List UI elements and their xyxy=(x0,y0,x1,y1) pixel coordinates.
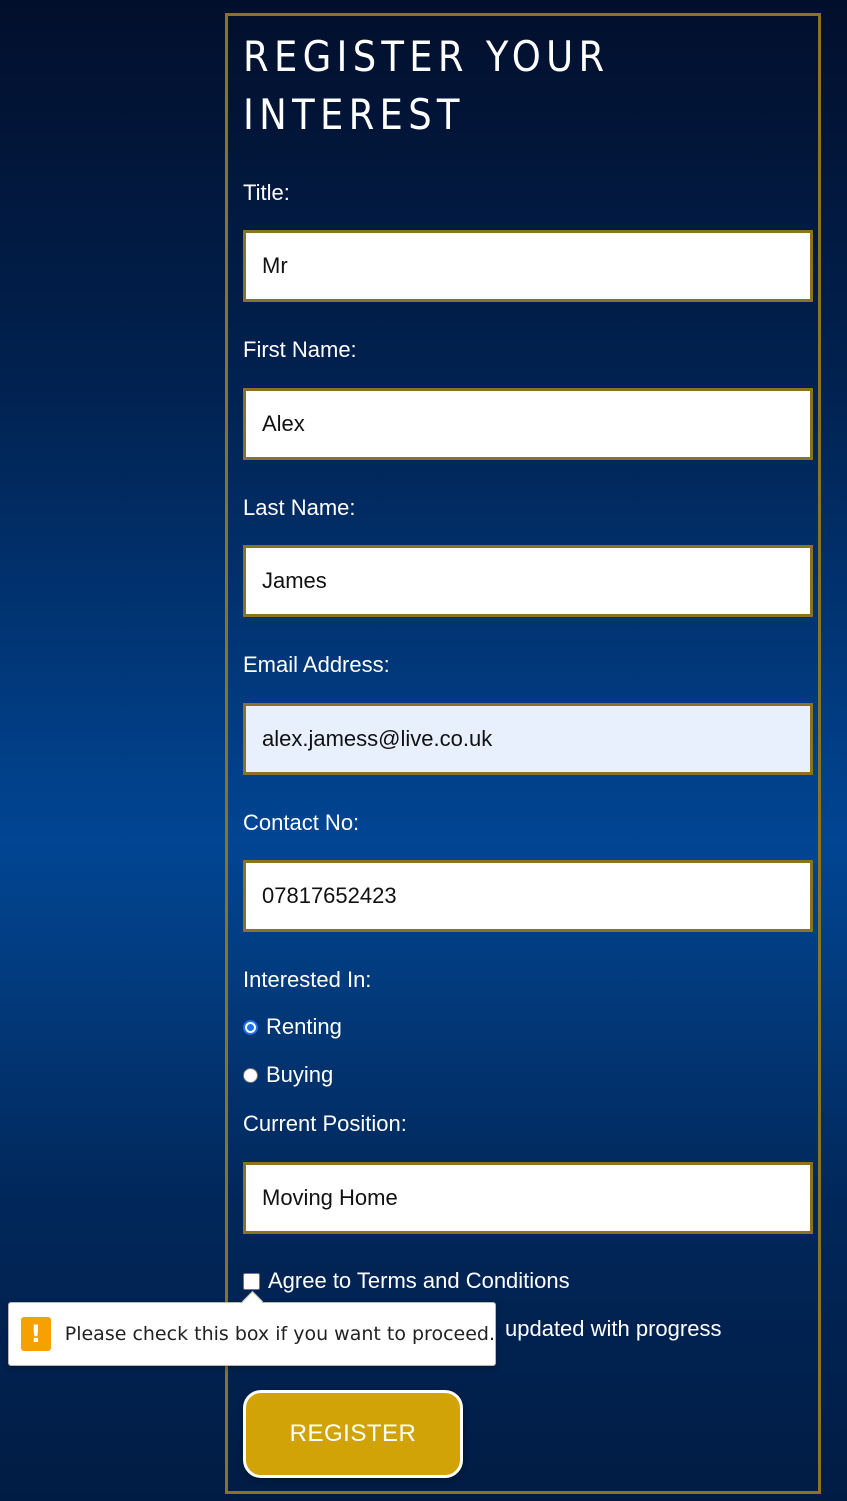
first-name-field[interactable] xyxy=(243,388,813,460)
updates-checkbox-row[interactable]: updated with progress xyxy=(505,1316,721,1342)
first-name-label: First Name: xyxy=(243,337,357,362)
heading-line-1: REGISTER YOUR xyxy=(243,32,610,81)
heading-line-2: INTEREST xyxy=(243,90,465,139)
warning-icon: ! xyxy=(21,1317,51,1351)
validation-tooltip: ! Please check this box if you want to p… xyxy=(8,1302,496,1366)
contact-label: Contact No: xyxy=(243,810,360,835)
title-label: Title: xyxy=(243,180,290,205)
last-name-label: Last Name: xyxy=(243,495,356,520)
renting-radio[interactable] xyxy=(243,1019,258,1035)
current-position-field[interactable] xyxy=(243,1162,813,1234)
buying-label: Buying xyxy=(266,1062,334,1087)
renting-label: Renting xyxy=(266,1014,342,1039)
contact-number-field[interactable] xyxy=(243,860,813,932)
page-title: REGISTER YOUR INTEREST xyxy=(243,28,609,144)
interested-in-label: Interested In: xyxy=(243,967,372,992)
title-field[interactable] xyxy=(243,230,813,302)
updates-label: updated with progress xyxy=(505,1316,722,1341)
current-position-label: Current Position: xyxy=(243,1111,407,1136)
email-label: Email Address: xyxy=(243,652,390,677)
terms-checkbox[interactable] xyxy=(243,1272,260,1290)
email-field[interactable] xyxy=(243,703,813,775)
terms-checkbox-row[interactable]: Agree to Terms and Conditions xyxy=(243,1268,570,1294)
terms-label: Agree to Terms and Conditions xyxy=(268,1268,570,1293)
last-name-field[interactable] xyxy=(243,545,813,617)
radio-option-buying[interactable]: Buying xyxy=(243,1062,333,1088)
radio-option-renting[interactable]: Renting xyxy=(243,1014,342,1040)
register-button[interactable]: REGISTER xyxy=(243,1390,463,1478)
validation-message: Please check this box if you want to pro… xyxy=(64,1323,495,1345)
buying-radio[interactable] xyxy=(243,1067,258,1083)
